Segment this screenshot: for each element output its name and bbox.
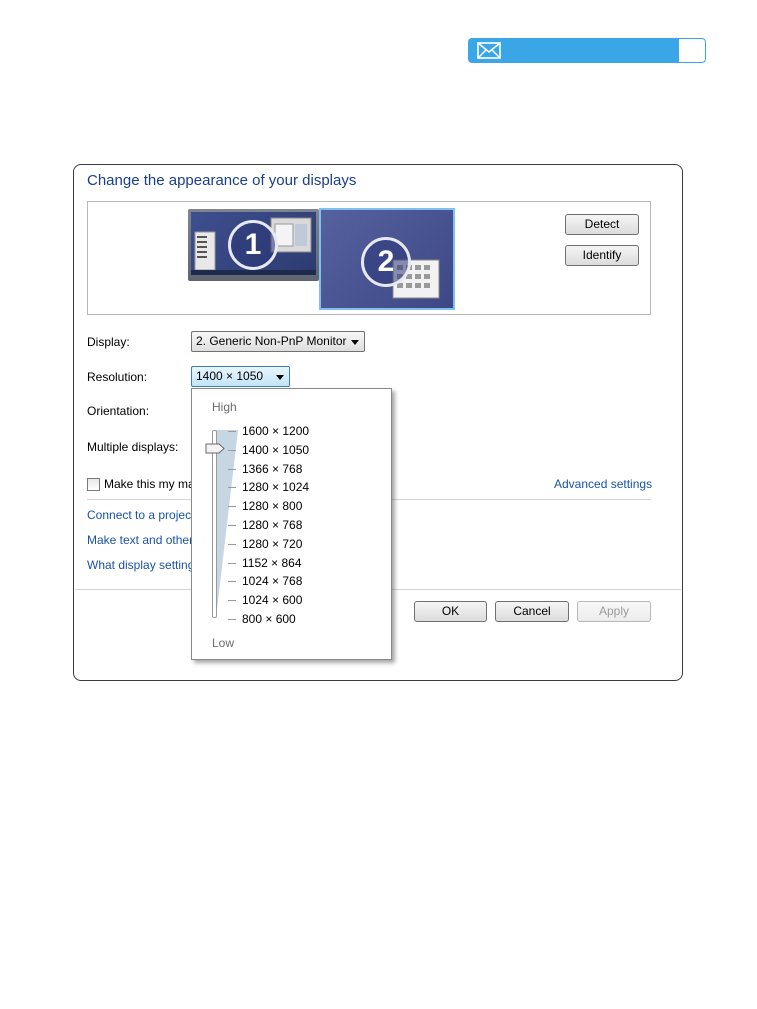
display-settings-help-link[interactable]: What display setting [87,558,194,572]
resolution-tick [228,487,236,489]
multiple-displays-label: Multiple displays: [87,440,179,454]
resolution-option[interactable]: 1600 × 1200 [242,424,309,438]
main-display-checkbox-label: Make this my ma [104,477,195,491]
resolution-option[interactable]: 1152 × 864 [242,556,302,570]
resolution-option[interactable]: 1280 × 800 [242,499,302,513]
monitor-2[interactable]: 2 [319,208,455,310]
ok-button[interactable]: OK [414,601,487,622]
monitor-2-number-badge: 2 [361,237,411,287]
apply-button[interactable]: Apply [577,601,651,622]
detect-button[interactable]: Detect [565,214,639,235]
resolution-tick [228,449,236,451]
identify-button[interactable]: Identify [565,245,639,266]
resolution-tick [228,562,236,564]
advanced-settings-link[interactable]: Advanced settings [554,477,652,491]
resolution-option[interactable]: 1400 × 1050 [242,443,309,457]
resolution-tick [228,543,236,545]
make-text-larger-link[interactable]: Make text and other [87,533,193,547]
resolution-high-label: High [212,400,237,414]
resolution-select[interactable]: 1400 × 1050 [191,366,290,387]
connect-projector-link[interactable]: Connect to a projec [87,508,191,522]
resolution-option[interactable]: 1280 × 768 [242,518,302,532]
resolution-tick [228,468,236,470]
main-display-checkbox[interactable] [87,478,100,491]
monitor-1[interactable]: 1 [188,209,319,281]
display-select[interactable]: 2. Generic Non-PnP Monitor [191,331,365,352]
resolution-option[interactable]: 1280 × 1024 [242,480,309,494]
resolution-option[interactable]: 1366 × 768 [242,462,302,476]
resolution-select-value: 1400 × 1050 [196,369,264,383]
resolution-tick [228,431,236,432]
resolution-ramp [216,430,238,618]
resolution-tick [228,600,236,602]
page-title: Change the appearance of your displays [87,172,357,189]
resolution-option[interactable]: 1280 × 720 [242,537,302,551]
resolution-slider-track[interactable] [212,430,217,618]
resolution-tick [228,619,236,620]
slider-thumb-icon[interactable] [205,443,225,454]
mail-bar[interactable] [468,38,706,63]
resolution-label: Resolution: [87,370,148,384]
chevron-down-icon [351,340,359,345]
resolution-option[interactable]: 1024 × 600 [242,593,302,607]
mail-bar-end [679,39,705,62]
orientation-label: Orientation: [87,404,150,418]
envelope-icon [477,42,501,59]
display-label: Display: [87,335,130,349]
resolution-tick [228,525,236,526]
resolution-tick [228,581,236,583]
resolution-low-label: Low [212,636,235,650]
cancel-button[interactable]: Cancel [495,601,569,622]
resolution-tick [228,506,236,508]
resolution-option[interactable]: 1024 × 768 [242,574,302,588]
display-select-value: 2. Generic Non-PnP Monitor [196,334,347,348]
monitor-1-number-badge: 1 [228,220,278,270]
resolution-option[interactable]: 800 × 600 [242,612,296,626]
chevron-down-icon [276,375,284,380]
